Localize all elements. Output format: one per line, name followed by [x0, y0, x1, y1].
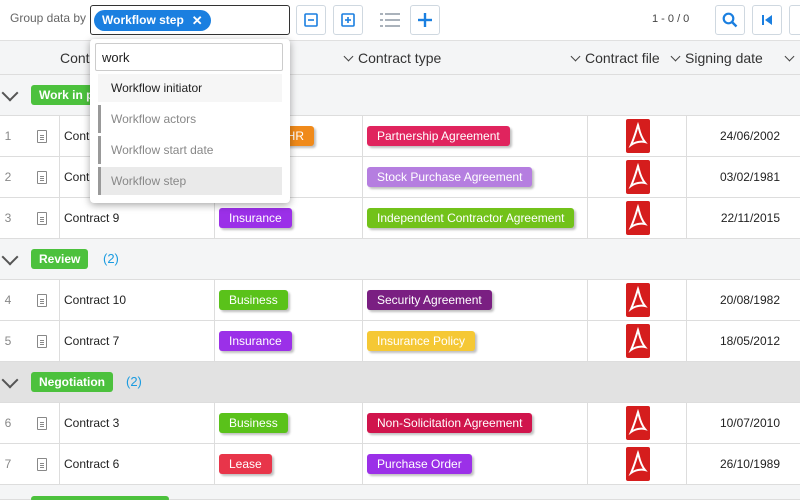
- document-icon[interactable]: [37, 130, 47, 143]
- search-button[interactable]: [715, 5, 745, 35]
- chevron-down-icon: [784, 51, 795, 62]
- signing-date: 10/07/2010: [719, 416, 780, 430]
- list-view-button[interactable]: [375, 5, 405, 35]
- category-tag: Lease: [219, 454, 272, 474]
- search-icon: [722, 12, 738, 28]
- col-contract-type[interactable]: Contract type: [343, 41, 442, 76]
- table-row[interactable]: 4 Contract 10 Business Security Agreemen…: [0, 280, 800, 321]
- group-row-review[interactable]: Review (2): [0, 239, 800, 280]
- document-icon[interactable]: [37, 417, 47, 430]
- pdf-icon[interactable]: [625, 282, 651, 318]
- contract-name: Contract 7: [64, 334, 120, 348]
- document-icon[interactable]: [37, 212, 47, 225]
- signing-date: 26/10/1989: [719, 457, 780, 471]
- plus-square-icon: [341, 13, 355, 27]
- contract-type-tag: Independent Contractor Agreement: [367, 208, 575, 228]
- contract-type-tag: Security Agreement: [367, 290, 492, 310]
- col-contract-file[interactable]: Contract file: [570, 41, 660, 76]
- chip-close-icon[interactable]: ✕: [192, 10, 203, 31]
- dropdown-item-workflow-step[interactable]: Workflow step: [98, 167, 282, 195]
- contract-type-tag: Partnership Agreement: [367, 126, 510, 146]
- document-icon[interactable]: [37, 294, 47, 307]
- toolbar: Group data by Workflow step ✕ 1 - 0 / 0: [0, 0, 800, 40]
- group-label: Negotiation: [31, 372, 113, 392]
- group-by-field[interactable]: Workflow step ✕: [90, 5, 290, 35]
- col-type-label: Contract type: [358, 50, 442, 66]
- contract-name: Contract 3: [64, 416, 120, 430]
- document-icon[interactable]: [37, 335, 47, 348]
- chevron-down-icon: [343, 51, 354, 62]
- chevron-down-icon[interactable]: [1, 248, 19, 266]
- group-row-partial[interactable]: [0, 485, 800, 500]
- col-signing-date[interactable]: Signing date: [670, 41, 763, 76]
- dropdown-search-input[interactable]: [95, 43, 283, 71]
- first-page-icon: [762, 15, 772, 25]
- row-number: 3: [4, 211, 12, 225]
- group-count: (2): [103, 251, 119, 266]
- pdf-icon[interactable]: [625, 323, 651, 359]
- group-row-negotiation[interactable]: Negotiation (2): [0, 362, 800, 403]
- group-label: Review: [31, 249, 89, 269]
- prev-page-button[interactable]: [789, 5, 800, 35]
- category-tag: Insurance: [219, 331, 292, 351]
- pager-info: 1 - 0 / 0: [652, 13, 690, 25]
- chevron-down-icon: [670, 51, 681, 62]
- group-chip[interactable]: Workflow step ✕: [94, 10, 211, 31]
- col-more[interactable]: [784, 41, 795, 76]
- group-label: [31, 496, 169, 500]
- chevron-down-icon[interactable]: [1, 371, 19, 389]
- pdf-icon[interactable]: [625, 405, 651, 441]
- dropdown-item-workflow-actors[interactable]: Workflow actors: [98, 105, 282, 133]
- pdf-icon[interactable]: [625, 118, 651, 154]
- col-file-label: Contract file: [585, 50, 660, 66]
- category-tag: Business: [219, 413, 288, 433]
- signing-date: 20/08/1982: [719, 293, 780, 307]
- contract-name: Contract 6: [64, 457, 120, 471]
- document-icon[interactable]: [37, 458, 47, 471]
- signing-date: 24/06/2002: [719, 129, 780, 143]
- row-number: 2: [4, 170, 12, 184]
- contract-name: Contract 9: [64, 211, 120, 225]
- signing-date: 18/05/2012: [719, 334, 780, 348]
- contract-name: Cont: [64, 170, 90, 184]
- group-chip-label: Workflow step: [102, 13, 184, 27]
- document-icon[interactable]: [37, 171, 47, 184]
- group-by-label: Group data by: [10, 11, 87, 25]
- expand-all-button[interactable]: [333, 5, 363, 35]
- row-number: 4: [4, 293, 12, 307]
- contract-type-tag: Non-Solicitation Agreement: [367, 413, 533, 433]
- row-number: 5: [4, 334, 12, 348]
- row-number: 7: [4, 457, 12, 471]
- add-button[interactable]: [410, 5, 440, 35]
- collapse-all-button[interactable]: [296, 5, 326, 35]
- row-number: 6: [4, 416, 12, 430]
- first-page-button[interactable]: [752, 5, 782, 35]
- chevron-down-icon[interactable]: [1, 84, 19, 102]
- minus-square-icon: [304, 13, 318, 27]
- table-row[interactable]: 3 Contract 9 Insurance Independent Contr…: [0, 198, 800, 239]
- contract-type-tag: Stock Purchase Agreement: [367, 167, 533, 187]
- table-row[interactable]: 5 Contract 7 Insurance Insurance Policy …: [0, 321, 800, 362]
- row-number: 1: [4, 129, 12, 143]
- category-tag: Insurance: [219, 208, 292, 228]
- signing-date: 22/11/2015: [720, 211, 780, 225]
- col-date-label: Signing date: [685, 50, 763, 66]
- contract-type-tag: Insurance Policy: [367, 331, 476, 351]
- contract-name: Contract 10: [64, 293, 127, 307]
- contract-type-tag: Purchase Order: [367, 454, 472, 474]
- category-tag: Business: [219, 290, 288, 310]
- signing-date: 03/02/1981: [719, 170, 780, 184]
- dropdown-item-workflow-initiator[interactable]: Workflow initiator: [98, 74, 282, 102]
- dropdown-item-workflow-start-date[interactable]: Workflow start date: [98, 136, 282, 164]
- pdf-icon[interactable]: [625, 159, 651, 195]
- pdf-icon[interactable]: [625, 446, 651, 482]
- group-by-dropdown: Workflow initiator Workflow actors Workf…: [90, 39, 290, 203]
- group-count: (2): [126, 374, 142, 389]
- table-row[interactable]: 6 Contract 3 Business Non-Solicitation A…: [0, 403, 800, 444]
- chevron-down-icon: [570, 51, 581, 62]
- plus-icon: [418, 13, 432, 27]
- list-icon: [380, 13, 400, 27]
- table-row[interactable]: 7 Contract 6 Lease Purchase Order 26/10/…: [0, 444, 800, 485]
- pdf-icon[interactable]: [625, 200, 651, 236]
